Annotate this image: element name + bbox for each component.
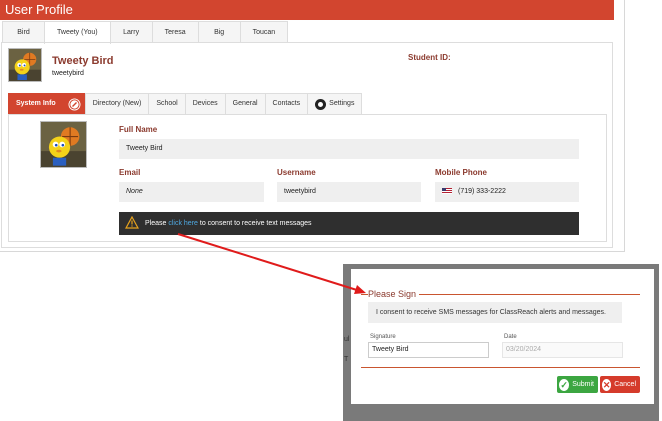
user-tab-toucan[interactable]: Toucan [239,21,289,43]
sms-consent-notice: Please click here to consent to receive … [119,212,579,235]
mobile-phone-label: Mobile Phone [435,168,487,177]
signature-input[interactable]: Tweety Bird [368,342,489,358]
background-text-fragment: T [344,356,349,363]
tab-system-info[interactable]: System Info [8,93,64,114]
avatar [8,48,42,82]
consent-link[interactable]: click here [168,220,198,227]
profile-name: Tweety Bird [52,55,114,67]
email-field[interactable]: None [119,182,264,202]
date-input: 03/20/2024 [502,342,623,358]
consent-text: I consent to receive SMS messages for Cl… [368,302,622,323]
tab-school[interactable]: School [148,93,186,114]
tab-settings-label: Settings [329,100,355,107]
user-tabs: Bird Tweety (You) Larry Teresa Big Touca… [2,21,289,44]
profile-sub-tabs: System Info Directory (New) School Devic… [8,93,363,114]
signature-label: Signature [370,334,396,340]
cancel-button[interactable]: ✕ Cancel [600,376,640,393]
warning-icon [125,216,139,229]
mobile-phone-value: (719) 333-2222 [458,188,506,195]
student-id-label: Student ID: [408,53,451,62]
username-label: Username [277,168,316,177]
tab-settings[interactable]: Settings [307,93,363,114]
mobile-phone-field[interactable]: (719) 333-2222 [435,182,579,202]
user-tab-bird[interactable]: Bird [2,21,45,43]
user-tab-tweety[interactable]: Tweety (You) [44,21,111,44]
tab-edit[interactable] [62,93,86,114]
modal-footer-rule [361,367,640,368]
check-icon: ✓ [559,378,570,391]
submit-button[interactable]: ✓ Submit [557,376,598,393]
cancel-label: Cancel [614,381,636,388]
edit-icon [68,98,81,110]
page-title: User Profile [0,0,614,20]
profile-handle: tweetybird [52,70,84,77]
avatar-large [40,121,87,168]
background-text-fragment: ul [344,336,350,343]
gear-icon [315,98,327,110]
user-tab-teresa[interactable]: Teresa [151,21,199,43]
email-label: Email [119,168,141,177]
tab-contacts[interactable]: Contacts [264,93,309,114]
full-name-label: Full Name [119,125,158,134]
submit-label: Submit [572,381,594,388]
date-label: Date [504,334,517,340]
tab-devices[interactable]: Devices [184,93,226,114]
username-field[interactable]: tweetybird [277,182,421,202]
user-tab-larry[interactable]: Larry [109,21,153,43]
notice-suffix: to consent to receive text messages [197,220,312,227]
user-profile-panel: User Profile Bird Tweety (You) Larry Ter… [0,0,625,252]
x-icon: ✕ [602,378,612,391]
notice-prefix: Please [145,220,169,227]
tab-general[interactable]: General [224,93,266,114]
modal-title: Please Sign [368,289,420,299]
tab-directory[interactable]: Directory (New) [84,93,150,114]
user-tab-big[interactable]: Big [197,21,241,43]
full-name-field[interactable]: Tweety Bird [119,139,579,159]
us-flag-icon [442,188,452,195]
